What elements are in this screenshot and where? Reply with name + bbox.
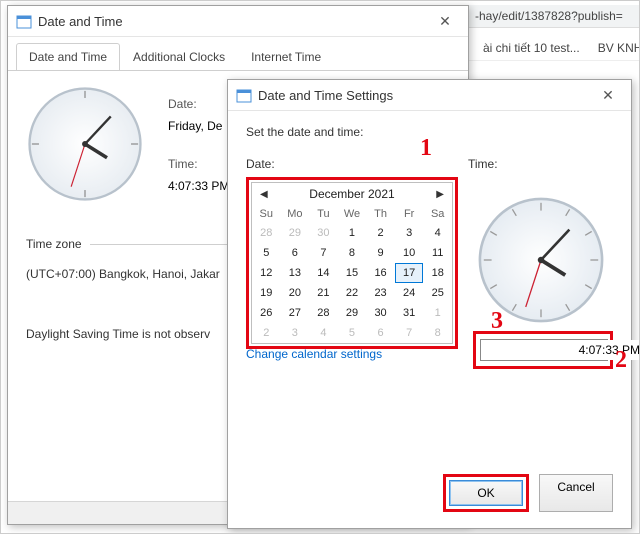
calendar-day[interactable]: 31 — [395, 303, 424, 323]
calendar-day[interactable]: 11 — [423, 243, 452, 263]
calendar-day[interactable]: 25 — [423, 283, 452, 303]
calendar-day[interactable]: 22 — [338, 283, 367, 303]
calendar-day[interactable]: 6 — [281, 243, 310, 263]
calendar-day[interactable]: 28 — [309, 303, 338, 323]
calendar-day[interactable]: 6 — [366, 323, 395, 343]
date-value: Friday, De — [168, 119, 229, 133]
calendar-day[interactable]: 14 — [309, 263, 338, 283]
calendar-day[interactable]: 17 — [395, 263, 424, 283]
date-label: Date: — [168, 97, 229, 111]
calendar-dow: Sa — [423, 205, 452, 223]
tab-additional-clocks[interactable]: Additional Clocks — [120, 43, 238, 70]
bookmark-1[interactable]: ài chi tiết 10 test... — [483, 35, 580, 61]
calendar: ◀ December 2021 ▶ SuMoTuWeThFrSa 2829301… — [251, 182, 453, 344]
calendar-annotation-box: ◀ December 2021 ▶ SuMoTuWeThFrSa 2829301… — [246, 177, 458, 349]
time-spinner[interactable]: ▲ ▼ — [480, 339, 608, 361]
analog-clock-large — [476, 195, 606, 325]
calendar-day[interactable]: 16 — [366, 263, 395, 283]
calendar-dow: Th — [366, 205, 395, 223]
calendar-day[interactable]: 18 — [423, 263, 452, 283]
calendar-dow: Fr — [395, 205, 424, 223]
time-value: 4:07:33 PM — [168, 179, 229, 193]
calendar-day[interactable]: 8 — [338, 243, 367, 263]
calendar-day[interactable]: 28 — [252, 223, 281, 243]
date-time-settings-dialog: Date and Time Settings ✕ Set the date an… — [227, 79, 632, 529]
calendar-day[interactable]: 2 — [252, 323, 281, 343]
dialog-titlebar: Date and Time ✕ — [8, 6, 468, 37]
calendar-day[interactable]: 5 — [338, 323, 367, 343]
ok-button[interactable]: OK — [449, 480, 523, 506]
calendar-day[interactable]: 5 — [252, 243, 281, 263]
calendar-day[interactable]: 26 — [252, 303, 281, 323]
calendar-day[interactable]: 12 — [252, 263, 281, 283]
calendar-day[interactable]: 10 — [395, 243, 424, 263]
ok-annotation-box: OK — [443, 474, 529, 512]
time-section-label: Time: — [468, 157, 613, 171]
calendar-day[interactable]: 2 — [366, 223, 395, 243]
bookmark-2[interactable]: BV KNH — [598, 35, 639, 61]
close-button[interactable]: ✕ — [430, 9, 460, 33]
datetime-icon — [236, 87, 252, 103]
calendar-day[interactable]: 9 — [366, 243, 395, 263]
calendar-day[interactable]: 7 — [395, 323, 424, 343]
calendar-day[interactable]: 29 — [281, 223, 310, 243]
calendar-day[interactable]: 7 — [309, 243, 338, 263]
calendar-day[interactable]: 4 — [309, 323, 338, 343]
analog-clock-small — [26, 85, 144, 203]
browser-url-fragment: -hay/edit/1387828?publish= — [469, 5, 640, 28]
settings-title: Date and Time Settings — [258, 88, 393, 103]
calendar-day[interactable]: 1 — [423, 303, 452, 323]
tab-date-and-time[interactable]: Date and Time — [16, 43, 120, 70]
tab-internet-time[interactable]: Internet Time — [238, 43, 334, 70]
calendar-day[interactable]: 20 — [281, 283, 310, 303]
datetime-icon — [16, 13, 32, 29]
calendar-day[interactable]: 4 — [423, 223, 452, 243]
timezone-header: Time zone — [26, 237, 82, 251]
calendar-dow: Mo — [281, 205, 310, 223]
calendar-next-button[interactable]: ▶ — [436, 189, 444, 200]
change-calendar-settings-link[interactable]: Change calendar settings — [246, 347, 382, 361]
calendar-day[interactable]: 24 — [395, 283, 424, 303]
tabstrip: Date and Time Additional Clocks Internet… — [8, 37, 468, 71]
calendar-day[interactable]: 1 — [338, 223, 367, 243]
dialog-title: Date and Time — [38, 14, 123, 29]
calendar-day[interactable]: 30 — [366, 303, 395, 323]
calendar-dow: Tu — [309, 205, 338, 223]
calendar-day[interactable]: 27 — [281, 303, 310, 323]
calendar-month-year[interactable]: December 2021 — [309, 187, 394, 201]
calendar-day[interactable]: 13 — [281, 263, 310, 283]
annotation-2: 2 — [615, 347, 627, 374]
calendar-dow: We — [338, 205, 367, 223]
time-label: Time: — [168, 157, 229, 171]
calendar-day[interactable]: 3 — [395, 223, 424, 243]
calendar-day[interactable]: 8 — [423, 323, 452, 343]
annotation-3: 3 — [491, 308, 503, 335]
calendar-prev-button[interactable]: ◀ — [260, 189, 268, 200]
bookmark-bar: ài chi tiết 10 test... BV KNH — [469, 35, 639, 61]
calendar-day[interactable]: 3 — [281, 323, 310, 343]
calendar-day[interactable]: 19 — [252, 283, 281, 303]
close-button[interactable]: ✕ — [593, 83, 623, 107]
cancel-button[interactable]: Cancel — [539, 474, 613, 512]
calendar-day[interactable]: 15 — [338, 263, 367, 283]
calendar-day[interactable]: 21 — [309, 283, 338, 303]
calendar-day[interactable]: 23 — [366, 283, 395, 303]
time-annotation-box: ▲ ▼ — [473, 331, 613, 369]
calendar-dow: Su — [252, 205, 281, 223]
annotation-1: 1 — [420, 135, 432, 162]
calendar-day[interactable]: 30 — [309, 223, 338, 243]
calendar-day[interactable]: 29 — [338, 303, 367, 323]
